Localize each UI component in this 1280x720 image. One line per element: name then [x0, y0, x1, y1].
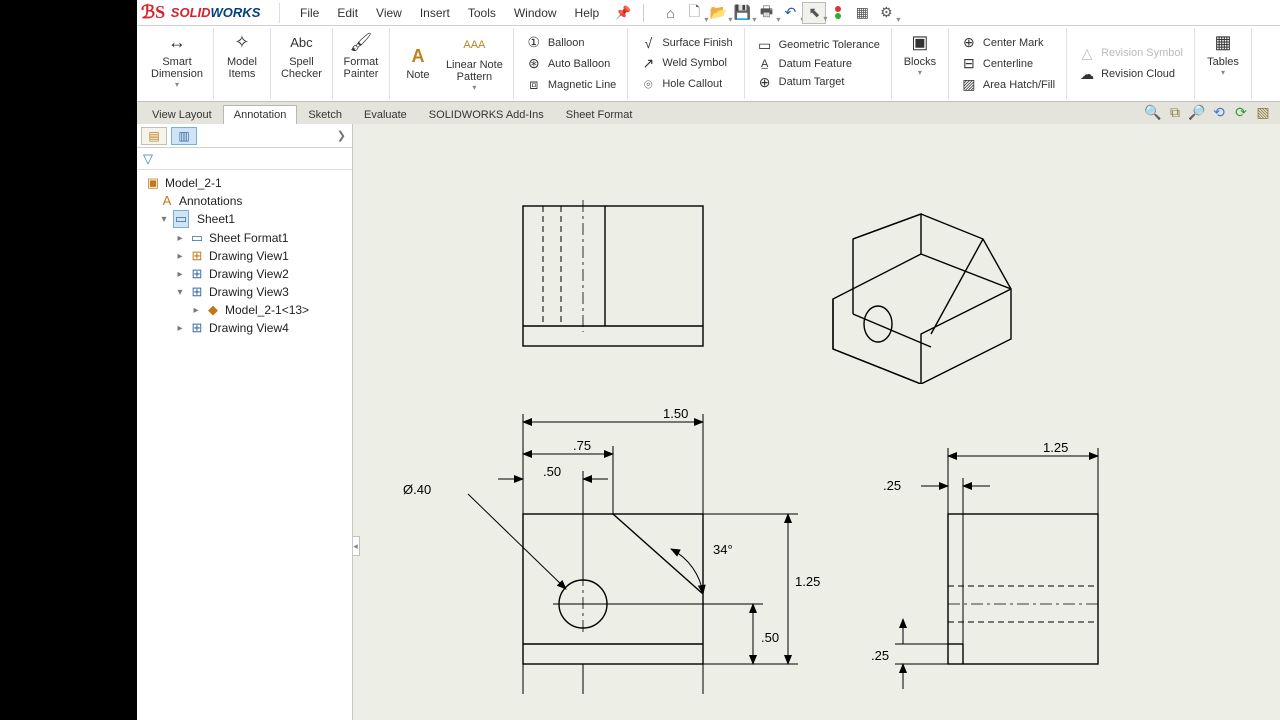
menu-tools[interactable]: Tools — [460, 3, 504, 23]
surface-finish-button[interactable]: √Surface Finish — [636, 34, 735, 52]
print-icon[interactable]: 🖶 — [754, 2, 778, 24]
drawing-canvas[interactable]: ◂ — [353, 124, 1280, 720]
feature-tree: ▣Model_2-1 AAnnotations ▾▭Sheet1 ▸▭Sheet… — [137, 170, 352, 720]
tree-view4[interactable]: ▸⊞Drawing View4 — [139, 319, 350, 337]
centerline-button[interactable]: ⊟Centerline — [957, 54, 1058, 73]
drawing-view-side: 1.25 .25 .25 — [833, 394, 1133, 714]
dim-width: 1.50 — [663, 406, 688, 421]
menu-file[interactable]: File — [292, 3, 327, 23]
tree-sheet1[interactable]: ▾▭Sheet1 — [139, 209, 350, 229]
ribbon-annotation: ↔Smart Dimension▾ ✧Model Items AbcSpell … — [137, 26, 1280, 102]
expand-panel-icon[interactable]: ❯ — [337, 129, 346, 142]
quick-access-toolbar: ⌂ 🗋 📂 💾 🖶 ↶ ⬉ ▦ ⚙ — [658, 2, 898, 24]
dim-side-25b: .25 — [871, 648, 889, 663]
tree-sheet-format[interactable]: ▸▭Sheet Format1 — [139, 229, 350, 247]
section-view-icon[interactable]: ▧ — [1254, 103, 1272, 121]
dim-125: 1.25 — [795, 574, 820, 589]
property-manager-tab-icon[interactable]: ▥ — [171, 127, 197, 145]
zoom-fit-icon[interactable]: 🔍 — [1144, 103, 1162, 121]
tree-subpart[interactable]: ▸◆Model_2-1<13> — [139, 301, 350, 319]
filter-icon[interactable]: ▽ — [143, 151, 153, 167]
traffic-light-icon[interactable] — [826, 2, 850, 24]
dim-75: .75 — [573, 438, 591, 453]
feature-tree-tab-icon[interactable]: ▤ — [141, 127, 167, 145]
note-button[interactable]: ANote — [396, 43, 440, 83]
tree-root[interactable]: ▣Model_2-1 — [139, 174, 350, 192]
new-icon[interactable]: 🗋 — [682, 2, 706, 24]
command-tabs: View Layout Annotation Sketch Evaluate S… — [137, 102, 1280, 124]
select-icon[interactable]: ⬉ — [802, 2, 826, 24]
tree-view2[interactable]: ▸⊞Drawing View2 — [139, 265, 350, 283]
dim-dia: Ø.40 — [403, 482, 431, 497]
model-items-button[interactable]: ✧Model Items — [220, 30, 264, 82]
dim-50b: .50 — [761, 630, 779, 645]
menu-insert[interactable]: Insert — [412, 3, 458, 23]
magnetic-line-button[interactable]: ⧈Magnetic Line — [522, 75, 620, 94]
tree-annotations[interactable]: AAnnotations — [139, 192, 350, 209]
dim-side-25a: .25 — [883, 478, 901, 493]
menu-edit[interactable]: Edit — [329, 3, 366, 23]
menu-view[interactable]: View — [368, 3, 410, 23]
area-hatch-button[interactable]: ▨Area Hatch/Fill — [957, 75, 1058, 94]
tree-view3[interactable]: ▾⊞Drawing View3 — [139, 283, 350, 301]
revision-symbol-button[interactable]: △Revision Symbol — [1075, 44, 1186, 63]
hole-callout-button[interactable]: ⌾Hole Callout — [636, 75, 735, 94]
spell-checker-button[interactable]: AbcSpell Checker — [277, 30, 326, 82]
dim-angle: 34° — [713, 542, 733, 557]
undo-icon[interactable]: ↶ — [778, 2, 802, 24]
open-icon[interactable]: 📂 — [706, 2, 730, 24]
auto-balloon-button[interactable]: ⊛Auto Balloon — [522, 54, 620, 73]
tree-view1[interactable]: ▸⊞Drawing View1 — [139, 247, 350, 265]
format-painter-button[interactable]: 🖌Format Painter — [339, 30, 383, 82]
datum-target-button[interactable]: ⊕Datum Target — [753, 73, 883, 92]
main-menu: File Edit View Insert Tools Window Help — [292, 3, 607, 23]
prev-view-icon[interactable]: ⟲ — [1210, 103, 1228, 121]
revision-cloud-button[interactable]: ☁Revision Cloud — [1075, 65, 1186, 84]
tab-annotation[interactable]: Annotation — [223, 105, 298, 124]
drawing-view-front: 1.50 .75 .50 Ø.40 34° 1.2 — [373, 394, 833, 714]
options-icon[interactable]: ⚙ — [874, 2, 898, 24]
rebuild-icon[interactable]: ▦ — [850, 2, 874, 24]
balloon-button[interactable]: ①Balloon — [522, 33, 620, 52]
tables-button[interactable]: ▦Tables▾ — [1201, 30, 1245, 80]
menu-window[interactable]: Window — [506, 3, 565, 23]
collapse-panel-icon[interactable]: ◂ — [353, 536, 360, 556]
dim-side-125: 1.25 — [1043, 440, 1068, 455]
weld-symbol-button[interactable]: ↗Weld Symbol — [636, 54, 735, 73]
menu-help[interactable]: Help — [567, 3, 608, 23]
dim-50: .50 — [543, 464, 561, 479]
zoom-window-icon[interactable]: 🔎 — [1188, 103, 1206, 121]
save-icon[interactable]: 💾 — [730, 2, 754, 24]
geometric-tolerance-button[interactable]: ▭Geometric Tolerance — [753, 36, 883, 55]
drawing-view-top — [513, 196, 713, 376]
center-mark-button[interactable]: ⊕Center Mark — [957, 33, 1058, 52]
feature-manager-panel: ▤ ▥ ❯ ▽ ▣Model_2-1 AAnnotations ▾▭Sheet1… — [137, 124, 353, 720]
home-icon[interactable]: ⌂ — [658, 2, 682, 24]
pin-icon[interactable]: 📌 — [615, 5, 631, 21]
tab-sheet-format[interactable]: Sheet Format — [555, 105, 644, 124]
app-logo: ℬS SOLIDWORKS — [141, 2, 273, 24]
blocks-button[interactable]: ▣Blocks▾ — [898, 30, 942, 80]
tab-addins[interactable]: SOLIDWORKS Add-Ins — [418, 105, 555, 124]
tab-evaluate[interactable]: Evaluate — [353, 105, 418, 124]
smart-dimension-button[interactable]: ↔Smart Dimension▾ — [147, 30, 207, 92]
datum-feature-button[interactable]: A̲Datum Feature — [753, 57, 883, 71]
drawing-view-iso — [813, 184, 1033, 384]
tab-view-layout[interactable]: View Layout — [141, 105, 223, 124]
zoom-area-icon[interactable]: ⧉ — [1166, 103, 1184, 121]
tab-sketch[interactable]: Sketch — [297, 105, 353, 124]
linear-note-pattern-button[interactable]: AAALinear Note Pattern▾ — [442, 33, 507, 95]
redo-view-icon[interactable]: ⟳ — [1232, 103, 1250, 121]
